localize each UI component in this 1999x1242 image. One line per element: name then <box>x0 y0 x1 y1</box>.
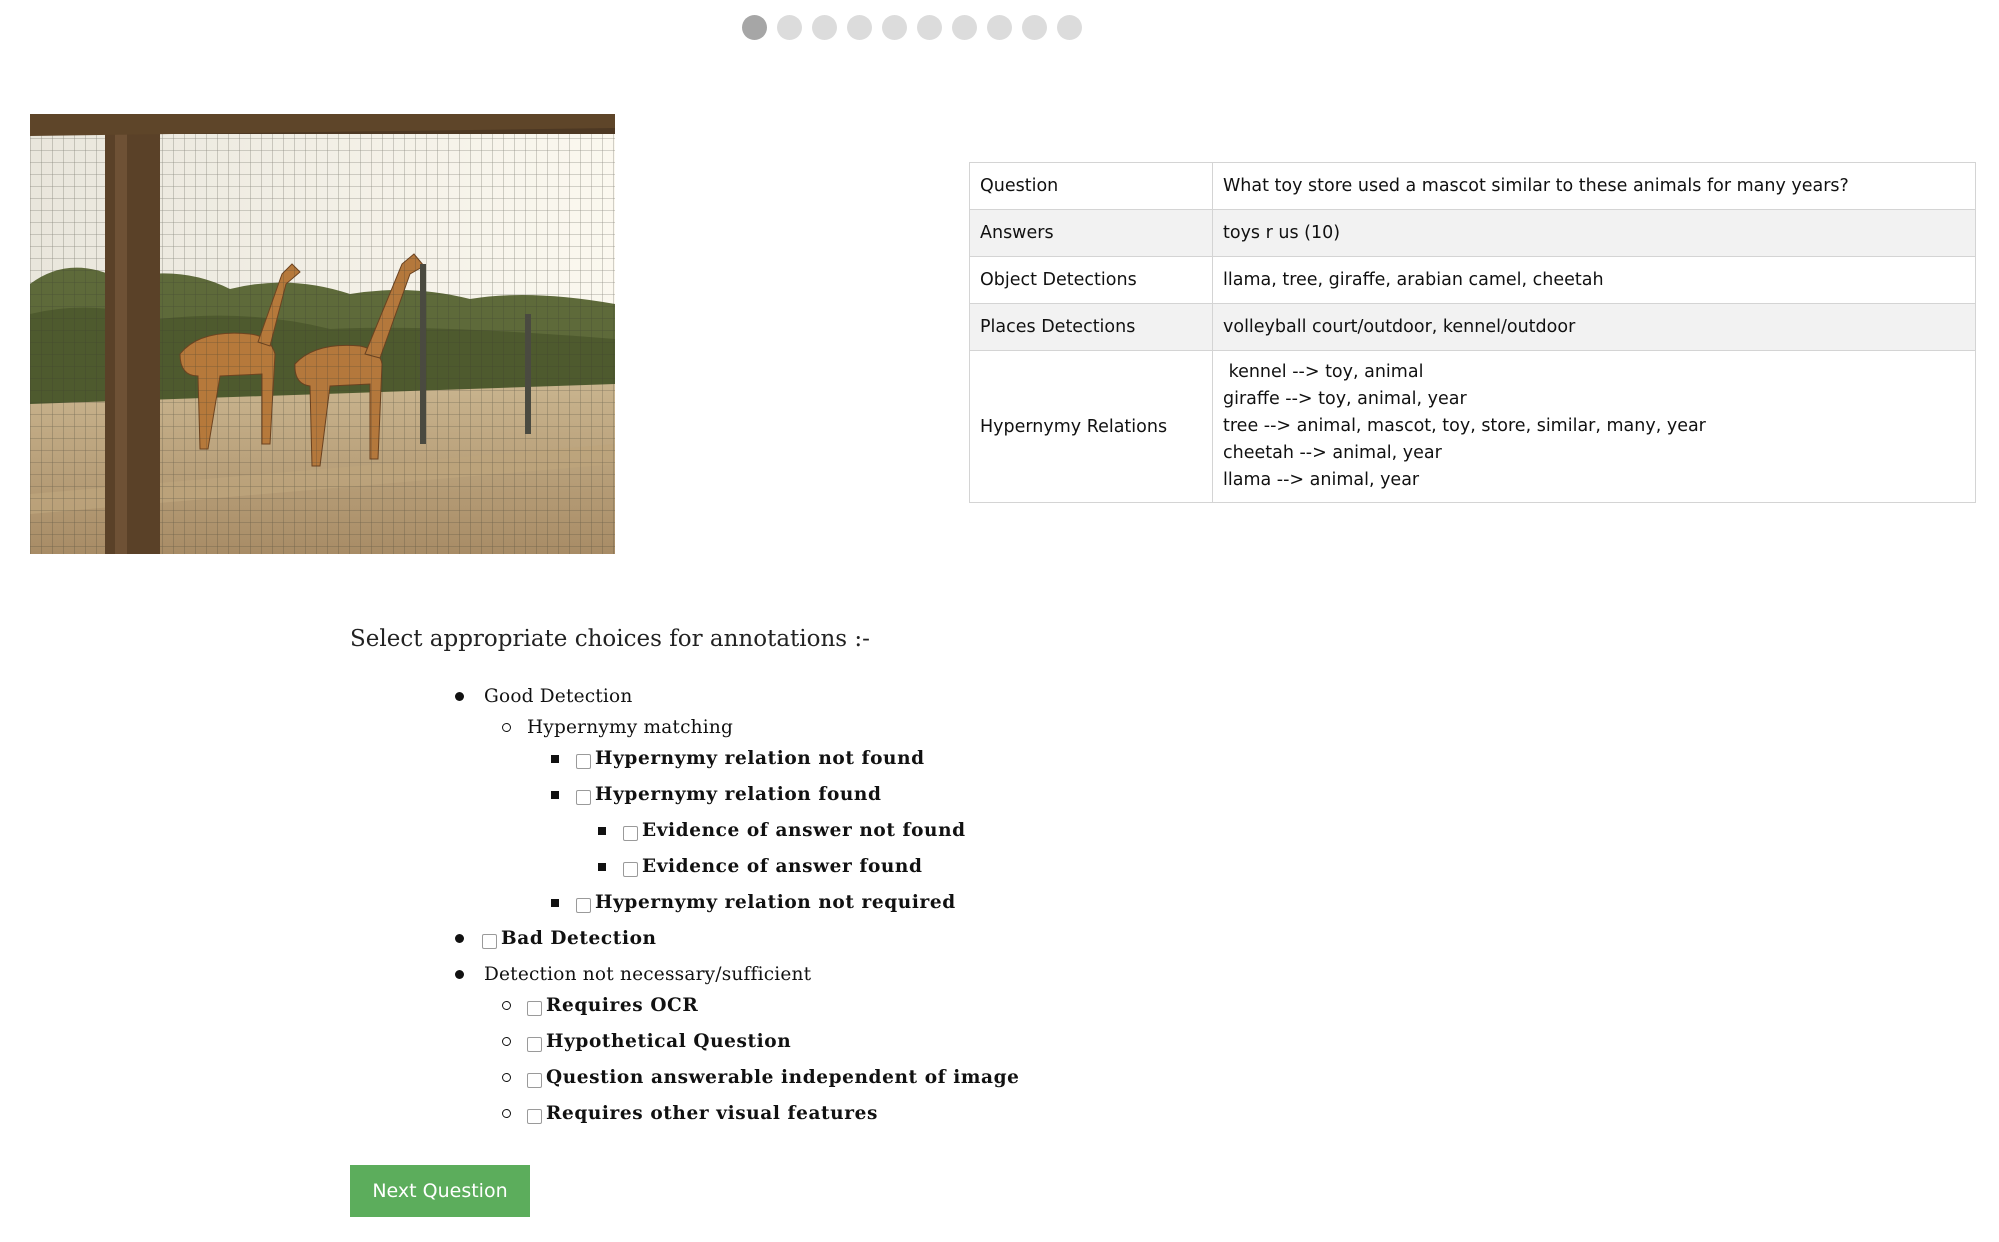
other-visual-label[interactable]: Requires other visual features <box>546 1103 878 1124</box>
good-detection-label: Good Detection <box>484 686 633 707</box>
answers-label: Answers <box>969 209 1213 257</box>
hypernymy-line: cheetah --> animal, year <box>1223 443 1442 463</box>
question-label: Question <box>969 162 1213 210</box>
progress-dot-2[interactable] <box>777 15 802 40</box>
list-item: Hypernymy relation found <box>551 784 882 805</box>
bad-detection-checkbox[interactable] <box>482 934 497 949</box>
list-item: Hypernymy relation not found <box>551 748 925 769</box>
list-item: Detection not necessary/sufficient <box>455 964 811 985</box>
progress-dot-8[interactable] <box>987 15 1012 40</box>
bullet-icon <box>455 934 464 943</box>
square-bullet-icon <box>598 862 606 871</box>
places-detections-label: Places Detections <box>969 303 1213 351</box>
progress-dot-3[interactable] <box>812 15 837 40</box>
requires-ocr-checkbox[interactable] <box>527 1001 542 1016</box>
circle-bullet-icon <box>502 1001 511 1010</box>
list-item: Hypernymy matching <box>502 717 733 738</box>
other-visual-checkbox[interactable] <box>527 1109 542 1124</box>
list-item: Question answerable independent of image <box>502 1067 1020 1088</box>
progress-dot-5[interactable] <box>882 15 907 40</box>
question-value: What toy store used a mascot similar to … <box>1212 162 1976 210</box>
progress-dot-9[interactable] <box>1022 15 1047 40</box>
hypernymy-line: tree --> animal, mascot, toy, store, sim… <box>1223 416 1706 436</box>
independent-checkbox[interactable] <box>527 1073 542 1088</box>
list-item: Good Detection <box>455 686 633 707</box>
circle-bullet-icon <box>502 723 511 732</box>
question-info-table: Question What toy store used a mascot si… <box>969 162 1976 503</box>
hypernymy-matching-label: Hypernymy matching <box>527 717 734 738</box>
relation-not-found-checkbox[interactable] <box>576 754 591 769</box>
hypothetical-label[interactable]: Hypothetical Question <box>546 1031 791 1052</box>
bullet-icon <box>455 970 464 979</box>
not-necessary-label: Detection not necessary/sufficient <box>484 964 812 985</box>
hypernymy-relations-value: kennel --> toy, animal giraffe --> toy, … <box>1212 350 1976 503</box>
question-image <box>30 114 615 554</box>
progress-dot-4[interactable] <box>847 15 872 40</box>
hypernymy-line: kennel --> toy, animal <box>1223 362 1424 382</box>
square-bullet-icon <box>551 898 559 907</box>
circle-bullet-icon <box>502 1037 511 1046</box>
progress-dot-6[interactable] <box>917 15 942 40</box>
list-item: Hypothetical Question <box>502 1031 791 1052</box>
list-item: Bad Detection <box>455 928 657 949</box>
circle-bullet-icon <box>502 1109 511 1118</box>
next-question-button[interactable]: Next Question <box>350 1165 530 1217</box>
hypernymy-relations-label: Hypernymy Relations <box>969 350 1213 503</box>
evidence-not-found-label[interactable]: Evidence of answer not found <box>642 820 966 841</box>
progress-dot-7[interactable] <box>952 15 977 40</box>
list-item: Requires other visual features <box>502 1103 878 1124</box>
list-item: Requires OCR <box>502 995 698 1016</box>
progress-dot-10[interactable] <box>1057 15 1082 40</box>
places-detections-value: volleyball court/outdoor, kennel/outdoor <box>1212 303 1976 351</box>
progress-dots <box>742 15 1082 40</box>
independent-label[interactable]: Question answerable independent of image <box>546 1067 1020 1088</box>
relation-not-required-checkbox[interactable] <box>576 898 591 913</box>
object-detections-value: llama, tree, giraffe, arabian camel, che… <box>1212 256 1976 304</box>
relation-found-label[interactable]: Hypernymy relation found <box>595 784 882 805</box>
relation-not-found-label[interactable]: Hypernymy relation not found <box>595 748 925 769</box>
object-detections-label: Object Detections <box>969 256 1213 304</box>
hypernymy-line: llama --> animal, year <box>1223 470 1420 490</box>
hypothetical-checkbox[interactable] <box>527 1037 542 1052</box>
list-item: Evidence of answer not found <box>598 820 966 841</box>
square-bullet-icon <box>598 826 606 835</box>
list-item: Hypernymy relation not required <box>551 892 956 913</box>
relation-not-required-label[interactable]: Hypernymy relation not required <box>595 892 956 913</box>
annotation-prompt: Select appropriate choices for annotatio… <box>350 626 870 652</box>
list-item: Evidence of answer found <box>598 856 923 877</box>
square-bullet-icon <box>551 790 559 799</box>
requires-ocr-label[interactable]: Requires OCR <box>546 995 698 1016</box>
circle-bullet-icon <box>502 1073 511 1082</box>
answers-value: toys r us (10) <box>1212 209 1976 257</box>
square-bullet-icon <box>551 754 559 763</box>
progress-dot-1[interactable] <box>742 15 767 40</box>
evidence-found-checkbox[interactable] <box>623 862 638 877</box>
bullet-icon <box>455 692 464 701</box>
hypernymy-line: giraffe --> toy, animal, year <box>1223 389 1467 409</box>
evidence-not-found-checkbox[interactable] <box>623 826 638 841</box>
evidence-found-label[interactable]: Evidence of answer found <box>642 856 923 877</box>
relation-found-checkbox[interactable] <box>576 790 591 805</box>
bad-detection-label[interactable]: Bad Detection <box>501 928 657 949</box>
